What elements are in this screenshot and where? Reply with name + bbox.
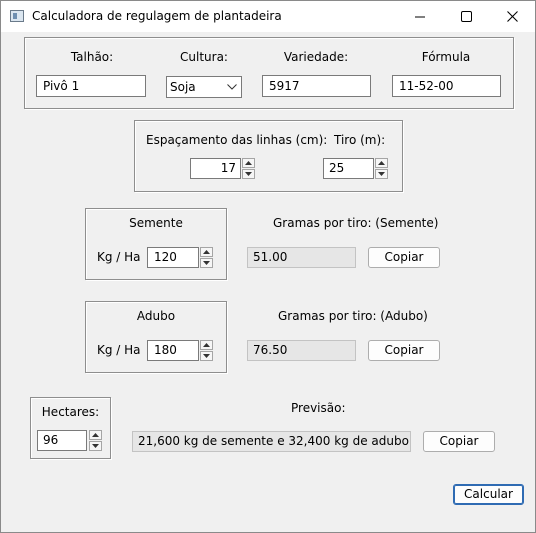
tiro-input[interactable]: 25	[323, 158, 374, 179]
espacamento-stepper[interactable]: 17	[190, 158, 257, 179]
hectares-input[interactable]: 96	[37, 430, 87, 451]
minimize-icon	[415, 16, 425, 17]
semente-down-button[interactable]	[200, 258, 213, 268]
semente-stepper[interactable]: 120	[147, 247, 215, 268]
maximize-icon	[460, 11, 472, 22]
hectares-down-button[interactable]	[89, 441, 102, 451]
hectares-up-button[interactable]	[89, 430, 102, 440]
semente-unit-label: Kg / Ha	[97, 250, 141, 264]
cultura-label: Cultura:	[180, 50, 228, 64]
spin-up-icon	[92, 433, 99, 437]
tiro-down-button[interactable]	[375, 169, 388, 179]
adubo-input[interactable]: 180	[147, 340, 199, 361]
calcular-button[interactable]: Calcular	[453, 484, 524, 505]
spin-down-icon	[245, 172, 252, 176]
tiro-up-button[interactable]	[375, 158, 388, 168]
talhao-label: Talhão:	[70, 50, 114, 64]
semente-result-label: Gramas por tiro: (Semente)	[273, 216, 439, 230]
tiro-stepper[interactable]: 25	[323, 158, 390, 179]
spin-down-icon	[378, 172, 385, 176]
spacing-group	[134, 120, 403, 192]
espacamento-label: Espaçamento das linhas (cm):	[146, 133, 328, 147]
adubo-label: Adubo	[136, 309, 176, 323]
adubo-down-button[interactable]	[200, 351, 213, 361]
app-icon	[10, 10, 24, 22]
semente-input[interactable]: 120	[147, 247, 199, 268]
copy-semente-button[interactable]: Copiar	[368, 247, 440, 268]
copy-previsao-button[interactable]: Copiar	[423, 431, 495, 452]
espacamento-input[interactable]: 17	[190, 158, 241, 179]
talhao-input[interactable]: Pivô 1	[36, 75, 146, 97]
adubo-result-field: 76.50	[247, 340, 356, 361]
variedade-label: Variedade:	[283, 50, 349, 64]
variedade-input[interactable]: 5917	[262, 75, 371, 97]
adubo-unit-label: Kg / Ha	[97, 343, 141, 357]
adubo-up-button[interactable]	[200, 340, 213, 350]
field-info-group	[24, 37, 514, 109]
spin-down-icon	[203, 261, 210, 265]
adubo-result-label: Gramas por tiro: (Adubo)	[278, 309, 428, 323]
cultura-select-value: Soja	[170, 80, 196, 94]
formula-label: Fórmula	[421, 50, 471, 64]
window-title: Calculadora de regulagem de plantadeira	[32, 9, 282, 23]
spin-up-icon	[203, 250, 210, 254]
semente-up-button[interactable]	[200, 247, 213, 257]
close-button[interactable]	[489, 1, 535, 32]
maximize-button[interactable]	[443, 1, 489, 32]
hectares-stepper[interactable]: 96	[37, 430, 104, 451]
adubo-stepper[interactable]: 180	[147, 340, 215, 361]
copy-adubo-button[interactable]: Copiar	[368, 340, 440, 361]
previsao-label: Previsão:	[291, 401, 346, 415]
title-bar[interactable]: Calculadora de regulagem de plantadeira	[1, 1, 535, 32]
semente-result-field: 51.00	[247, 247, 356, 268]
hectares-label: Hectares:	[41, 405, 100, 419]
minimize-button[interactable]	[397, 1, 443, 32]
spin-up-icon	[203, 343, 210, 347]
spin-up-icon	[378, 161, 385, 165]
spin-down-icon	[203, 354, 210, 358]
previsao-result-field: 21,600 kg de semente e 32,400 kg de adub…	[132, 431, 411, 452]
espacamento-down-button[interactable]	[242, 169, 255, 179]
chevron-down-icon	[227, 84, 237, 90]
cultura-select[interactable]: Soja	[166, 76, 242, 98]
semente-label: Semente	[129, 216, 183, 230]
close-icon	[506, 11, 518, 22]
tiro-label: Tiro (m):	[334, 133, 386, 147]
spin-up-icon	[245, 161, 252, 165]
formula-input[interactable]: 11-52-00	[392, 75, 501, 97]
app-window: Calculadora de regulagem de plantadeira …	[0, 0, 536, 533]
spin-down-icon	[92, 444, 99, 448]
espacamento-up-button[interactable]	[242, 158, 255, 168]
